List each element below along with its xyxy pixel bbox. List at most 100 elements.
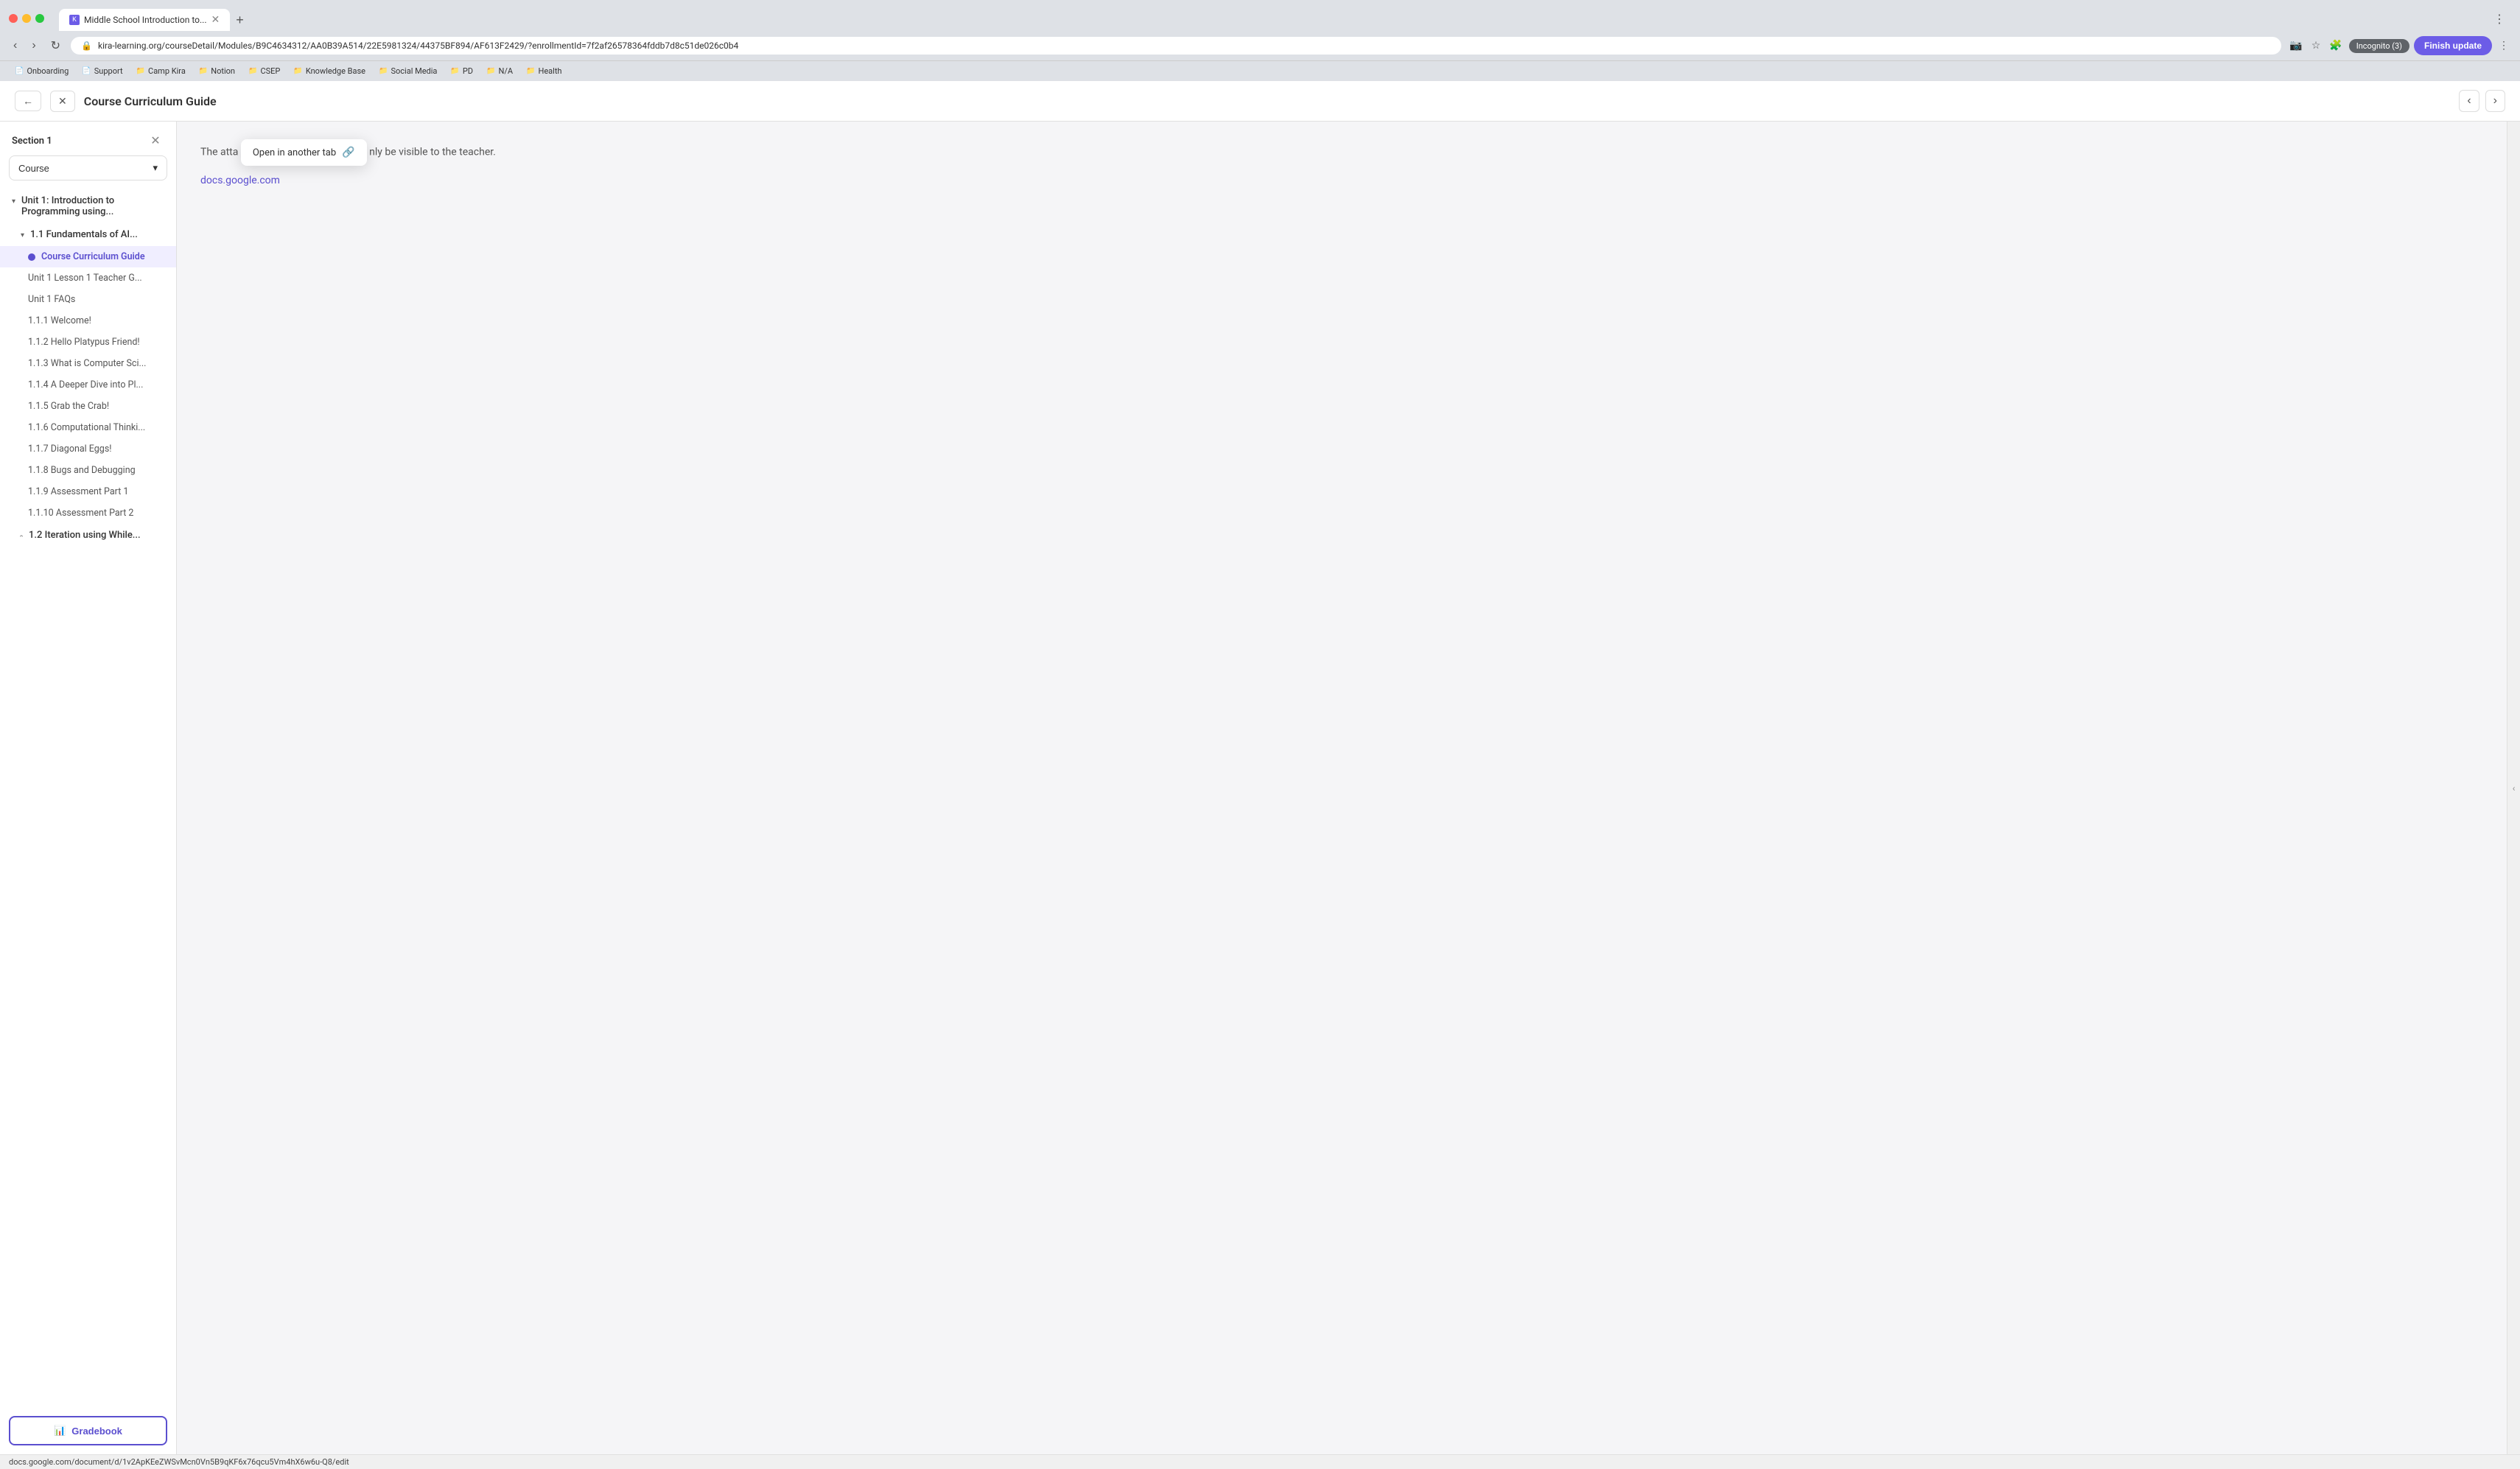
- camera-off-icon[interactable]: 📷: [2287, 38, 2304, 54]
- bookmark-support[interactable]: 📄 Support: [76, 64, 128, 78]
- bookmarks-bar: 📄 Onboarding 📄 Support 📁 Camp Kira 📁 Not…: [0, 60, 2520, 81]
- content-area: The atta Open in another tab 🔗 nly be vi…: [177, 122, 2507, 1454]
- sidebar-item-1-1-1[interactable]: 1.1.1 Welcome!: [0, 310, 176, 332]
- bookmark-label: PD: [463, 66, 473, 76]
- traffic-light-close[interactable]: [9, 14, 18, 23]
- bookmark-camp-kira[interactable]: 📁 Camp Kira: [130, 64, 192, 78]
- bookmark-folder-icon: 📁: [486, 67, 495, 75]
- panel-header: ← ✕ Course Curriculum Guide ‹ ›: [0, 81, 2520, 122]
- active-tab[interactable]: K Middle School Introduction to... ✕: [59, 9, 230, 31]
- sidebar-item-1-1-10[interactable]: 1.1.10 Assessment Part 2: [0, 502, 176, 524]
- sidebar-item-course-curriculum[interactable]: Course Curriculum Guide: [0, 246, 176, 267]
- bookmark-na[interactable]: 📁 N/A: [480, 64, 519, 78]
- new-tab-button[interactable]: +: [230, 10, 250, 31]
- panel-back-button[interactable]: ←: [15, 91, 41, 111]
- sidebar-dropdown-button[interactable]: Course ▾: [9, 155, 167, 180]
- status-url: docs.google.com/document/d/1v2ApKEeZWSvM…: [9, 1457, 349, 1467]
- panel-prev-button[interactable]: ‹: [2459, 90, 2479, 112]
- bookmark-folder-icon: 📁: [293, 67, 302, 75]
- lesson-label: Unit 1 FAQs: [28, 294, 75, 305]
- bookmark-label: Knowledge Base: [306, 66, 365, 76]
- bookmark-folder-icon: 📁: [136, 67, 145, 75]
- bookmark-label: Support: [94, 66, 123, 76]
- bookmark-notion[interactable]: 📁 Notion: [193, 64, 241, 78]
- docs-google-link[interactable]: docs.google.com: [200, 175, 280, 186]
- bookmark-page-icon: 📄: [82, 67, 91, 75]
- traffic-light-minimize[interactable]: [22, 14, 31, 23]
- lesson-label: 1.1.2 Hello Platypus Friend!: [28, 337, 140, 348]
- sidebar-item-fundamentals[interactable]: ▾ 1.1 Fundamentals of AI...: [0, 223, 176, 246]
- gradebook-button[interactable]: 📊 Gradebook: [9, 1416, 167, 1445]
- traffic-lights: [9, 14, 44, 23]
- sidebar-item-1-1-3[interactable]: 1.1.3 What is Computer Sci...: [0, 353, 176, 374]
- sidebar-item-1-1-9[interactable]: 1.1.9 Assessment Part 1: [0, 481, 176, 502]
- sidebar-item-1-1-4[interactable]: 1.1.4 A Deeper Dive into Pl...: [0, 374, 176, 396]
- bookmark-knowledge-base[interactable]: 📁 Knowledge Base: [287, 64, 371, 78]
- sidebar-section-label: Section 1: [12, 136, 52, 147]
- lesson-label: 1.1.4 A Deeper Dive into Pl...: [28, 379, 143, 390]
- finish-update-button[interactable]: Finish update: [2414, 36, 2492, 55]
- active-lesson-dot: [28, 253, 35, 261]
- sidebar-item-1-1-6[interactable]: 1.1.6 Computational Thinki...: [0, 417, 176, 438]
- unit1-chevron-icon: ▾: [12, 197, 15, 206]
- incognito-badge[interactable]: Incognito (3): [2349, 39, 2409, 53]
- open-in-tab-popup[interactable]: Open in another tab 🔗: [241, 139, 367, 166]
- bookmark-label: Notion: [211, 66, 235, 76]
- status-bar: docs.google.com/document/d/1v2ApKEeZWSvM…: [0, 1454, 2520, 1469]
- nav-back-btn[interactable]: ‹: [9, 36, 21, 55]
- bookmark-pd[interactable]: 📁 PD: [444, 64, 479, 78]
- fundamentals-chevron-icon: ▾: [21, 231, 24, 239]
- bookmark-folder-icon: 📁: [379, 67, 388, 75]
- sidebar-item-iteration[interactable]: › 1.2 Iteration using While...: [0, 524, 176, 547]
- tab-close-btn[interactable]: ✕: [211, 14, 220, 26]
- chrome-menu-dots-icon[interactable]: ⋮: [2496, 38, 2511, 54]
- sidebar-dropdown: Course ▾: [9, 155, 167, 180]
- collapse-chevron-icon: ‹: [2513, 783, 2516, 793]
- sidebar-item-unit1-teacher[interactable]: Unit 1 Lesson 1 Teacher G...: [0, 267, 176, 289]
- lock-icon: 🔒: [81, 41, 92, 51]
- lesson-label: 1.1.7 Diagonal Eggs!: [28, 443, 112, 455]
- right-collapse-handle[interactable]: ‹: [2507, 122, 2520, 1454]
- bookmark-social-media[interactable]: 📁 Social Media: [373, 64, 443, 78]
- bookmark-label: Camp Kira: [148, 66, 186, 76]
- bookmark-csep[interactable]: 📁 CSEP: [242, 64, 286, 78]
- lesson-label: 1.1.3 What is Computer Sci...: [28, 358, 146, 369]
- bookmark-health[interactable]: 📁 Health: [520, 64, 567, 78]
- panel-close-button[interactable]: ✕: [50, 91, 75, 112]
- extensions-icon[interactable]: 🧩: [2327, 38, 2344, 54]
- sidebar: Section 1 ✕ Course ▾ ▾ Unit 1: Introduct…: [0, 122, 177, 1454]
- title-bar: K Middle School Introduction to... ✕ + ⋮: [0, 0, 2520, 31]
- bookmark-label: Social Media: [391, 66, 437, 76]
- lesson-label: Course Curriculum Guide: [41, 251, 145, 262]
- lesson-label: Unit 1 Lesson 1 Teacher G...: [28, 273, 142, 284]
- content-text: The atta Open in another tab 🔗 nly be vi…: [200, 139, 2483, 166]
- nav-forward-btn[interactable]: ›: [27, 36, 40, 55]
- bookmark-onboarding[interactable]: 📄 Onboarding: [9, 64, 74, 78]
- unit1-label: Unit 1: Introduction to Programming usin…: [21, 195, 164, 217]
- bookmark-label: Onboarding: [27, 66, 69, 76]
- sidebar-item-unit1[interactable]: ▾ Unit 1: Introduction to Programming us…: [0, 189, 176, 223]
- bookmark-folder-icon: 📁: [526, 67, 535, 75]
- gradebook-label: Gradebook: [71, 1426, 122, 1437]
- bookmark-star-icon[interactable]: ☆: [2309, 38, 2323, 54]
- lesson-label: 1.1.8 Bugs and Debugging: [28, 465, 136, 476]
- nav-refresh-btn[interactable]: ↻: [46, 35, 65, 56]
- lesson-label: 1.1.6 Computational Thinki...: [28, 422, 145, 433]
- popup-label: Open in another tab: [253, 147, 336, 158]
- sidebar-list: ▾ Unit 1: Introduction to Programming us…: [0, 189, 176, 1407]
- sidebar-item-unit1-faqs[interactable]: Unit 1 FAQs: [0, 289, 176, 310]
- sidebar-item-1-1-7[interactable]: 1.1.7 Diagonal Eggs!: [0, 438, 176, 460]
- lesson-label: 1.1.5 Grab the Crab!: [28, 401, 109, 412]
- panel-title: Course Curriculum Guide: [84, 94, 2451, 108]
- main-content: The atta Open in another tab 🔗 nly be vi…: [177, 122, 2507, 1454]
- sidebar-dropdown-value: Course: [18, 163, 49, 174]
- traffic-light-fullscreen[interactable]: [35, 14, 44, 23]
- link-icon: 🔗: [342, 147, 354, 158]
- sidebar-item-1-1-5[interactable]: 1.1.5 Grab the Crab!: [0, 396, 176, 417]
- sidebar-close-button[interactable]: ✕: [147, 132, 164, 150]
- panel-next-button[interactable]: ›: [2485, 90, 2505, 112]
- sidebar-item-1-1-8[interactable]: 1.1.8 Bugs and Debugging: [0, 460, 176, 481]
- sidebar-item-1-1-2[interactable]: 1.1.2 Hello Platypus Friend!: [0, 332, 176, 353]
- address-bar[interactable]: 🔒 kira-learning.org/courseDetail/Modules…: [71, 37, 2281, 55]
- chrome-menu-icon[interactable]: ⋮: [2488, 9, 2511, 29]
